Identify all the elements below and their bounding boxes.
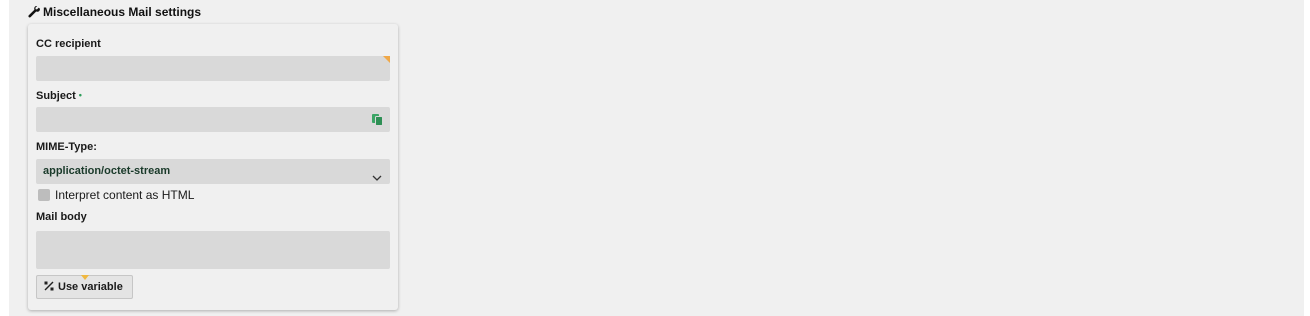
section-header: Miscellaneous Mail settings — [28, 4, 201, 20]
subject-label-text: Subject — [36, 90, 76, 102]
subject-input[interactable] — [36, 107, 390, 132]
page: Miscellaneous Mail settings CC recipient… — [0, 0, 1310, 316]
required-indicator: • — [78, 90, 82, 100]
subject-label: Subject • — [36, 90, 82, 102]
copy-icon[interactable] — [371, 113, 384, 126]
right-edge — [1304, 0, 1310, 316]
mime-type-selected-value: application/octet-stream — [43, 165, 171, 177]
mail-body-label: Mail body — [36, 211, 87, 223]
wrench-icon — [28, 6, 40, 18]
use-variable-button[interactable]: Use variable — [36, 275, 133, 299]
use-variable-label: Use variable — [58, 281, 123, 293]
field-flag-marker — [383, 56, 390, 63]
mime-type-label: MIME-Type: — [36, 141, 97, 153]
variable-marker — [81, 275, 89, 280]
left-edge — [0, 0, 9, 316]
cc-recipient-input[interactable] — [36, 56, 390, 81]
cc-recipient-label: CC recipient — [36, 38, 101, 50]
section-title: Miscellaneous Mail settings — [43, 5, 202, 19]
variable-icon — [44, 281, 54, 294]
mail-body-textarea[interactable] — [36, 231, 390, 269]
mime-type-select[interactable]: application/octet-stream — [36, 159, 390, 184]
interpret-html-label: Interpret content as HTML — [55, 188, 195, 202]
mail-settings-panel: CC recipient Subject • MIME-Type: applica… — [28, 24, 398, 310]
chevron-down-icon — [372, 168, 382, 186]
interpret-html-option[interactable]: Interpret content as HTML — [38, 188, 194, 202]
interpret-html-checkbox[interactable] — [38, 189, 50, 201]
